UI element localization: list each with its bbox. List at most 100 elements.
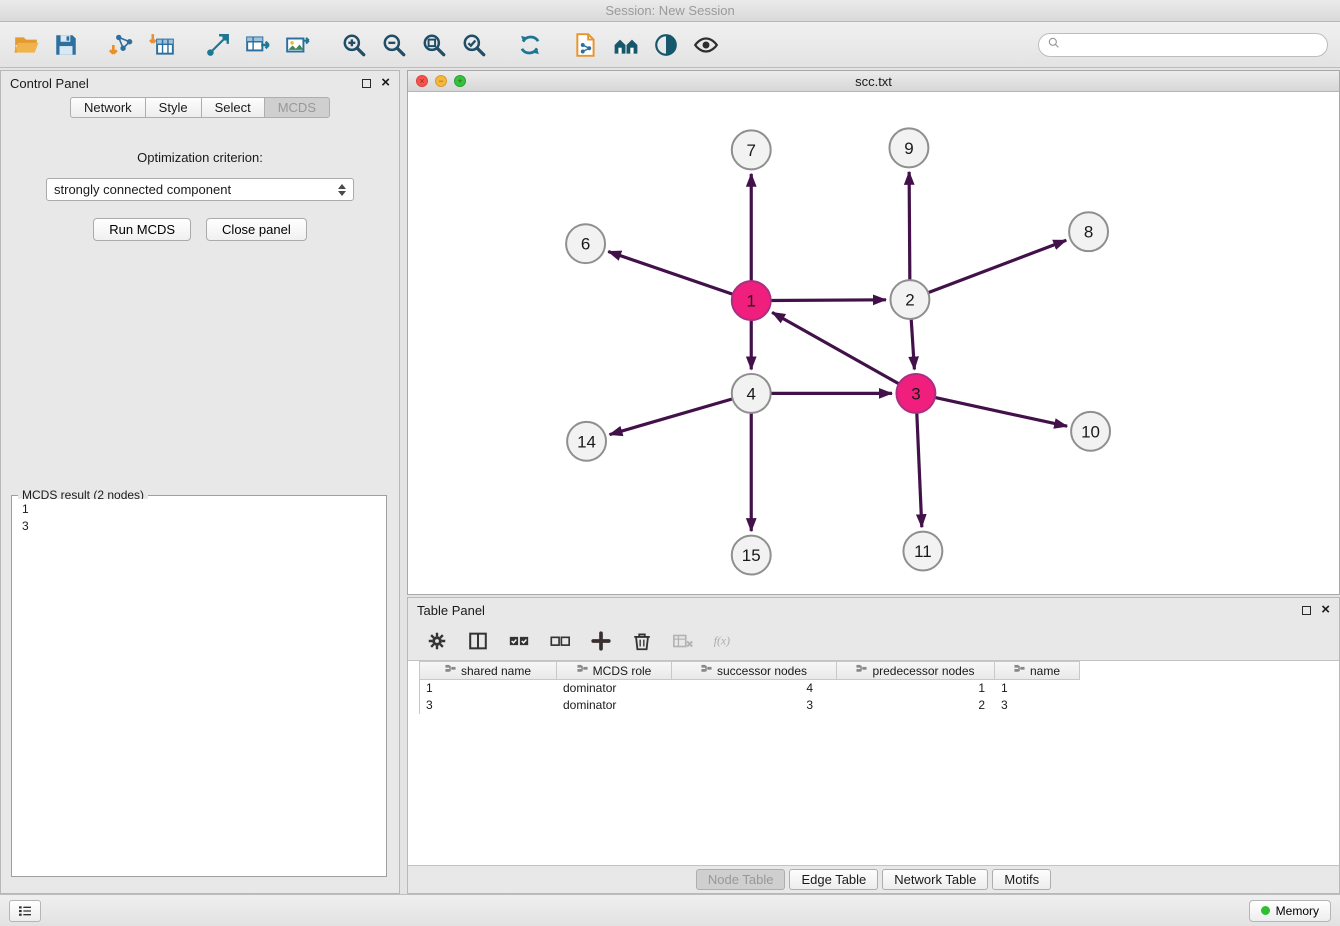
table-cell[interactable]: 1 (837, 680, 995, 697)
tab-mcds[interactable]: MCDS (264, 97, 330, 118)
edge-1-2[interactable] (771, 300, 886, 301)
control-panel-header: Control Panel × (1, 71, 399, 95)
network-from-selection-icon[interactable] (204, 31, 232, 59)
node-2[interactable]: 2 (890, 280, 929, 319)
network-window: × − + scc.txt 7968124314101511 (407, 70, 1340, 595)
column-header-successor-nodes[interactable]: successor nodes (672, 661, 837, 680)
edge-3-11[interactable] (917, 413, 922, 527)
node-15[interactable]: 15 (732, 536, 771, 575)
node-10[interactable]: 10 (1071, 412, 1110, 451)
tab-select[interactable]: Select (201, 97, 265, 118)
table-cell[interactable]: dominator (557, 697, 672, 714)
node-14[interactable]: 14 (567, 422, 606, 461)
node-9[interactable]: 9 (889, 128, 928, 167)
mcds-result-box: MCDS result (2 nodes) 1 3 (11, 495, 387, 877)
svg-text:7: 7 (747, 141, 756, 160)
table-cell[interactable]: 1 (420, 680, 557, 697)
criterion-dropdown[interactable]: strongly connected component (46, 178, 354, 201)
zoom-fit-icon[interactable] (420, 31, 448, 59)
zoom-selected-icon[interactable] (460, 31, 488, 59)
attribute-icon (701, 664, 712, 678)
edge-3-10[interactable] (935, 398, 1067, 427)
add-row-icon[interactable] (589, 629, 613, 653)
table-cell[interactable]: 3 (995, 697, 1080, 714)
float-panel-icon[interactable] (362, 79, 371, 88)
toolbar-icon-group (108, 31, 176, 59)
close-panel-icon[interactable]: × (381, 78, 390, 88)
delete-row-icon[interactable] (630, 629, 654, 653)
edge-2-8[interactable] (929, 240, 1067, 292)
close-panel-button[interactable]: Close panel (206, 218, 307, 241)
search-box[interactable] (1038, 33, 1328, 57)
apply-style-icon[interactable] (652, 31, 680, 59)
select-all-icon[interactable] (507, 629, 531, 653)
table-panel-title: Table Panel (417, 603, 485, 618)
edge-1-6[interactable] (608, 251, 732, 294)
network-overview-icon[interactable] (612, 31, 640, 59)
table-cell[interactable]: 4 (672, 680, 837, 697)
table-panel: Table Panel × f(x) shared nameMCDS roles… (407, 597, 1340, 894)
table-cell[interactable]: 2 (837, 697, 995, 714)
run-mcds-button[interactable]: Run MCDS (93, 218, 191, 241)
node-7[interactable]: 7 (732, 130, 771, 169)
network-canvas[interactable]: 7 9 6 8 1 2 4 3 14 10 15 11 (408, 92, 1339, 594)
refresh-layout-icon[interactable] (516, 31, 544, 59)
mcds-panel: Optimization criterion: strongly connect… (1, 123, 399, 893)
delete-table-icon (671, 629, 695, 653)
open-session-icon[interactable] (12, 31, 40, 59)
edge-2-3[interactable] (911, 320, 914, 370)
node-1[interactable]: 1 (732, 281, 771, 320)
edge-4-14[interactable] (610, 399, 733, 435)
window-title: Session: New Session (605, 3, 734, 18)
float-table-panel-icon[interactable] (1302, 606, 1311, 615)
tab-network-table[interactable]: Network Table (882, 869, 988, 890)
close-window-icon[interactable]: × (416, 75, 428, 87)
columns-icon[interactable] (466, 629, 490, 653)
zoom-out-icon[interactable] (380, 31, 408, 59)
table-cell[interactable]: 1 (995, 680, 1080, 697)
tab-network[interactable]: Network (70, 97, 146, 118)
node-11[interactable]: 11 (903, 532, 942, 571)
show-hide-panel-icon[interactable] (692, 31, 720, 59)
column-header-shared-name[interactable]: shared name (420, 661, 557, 680)
gear-icon[interactable] (425, 629, 449, 653)
column-header-name[interactable]: name (995, 661, 1080, 680)
column-label: name (1030, 664, 1060, 678)
memory-button[interactable]: Memory (1249, 900, 1331, 922)
column-header-predecessor-nodes[interactable]: predecessor nodes (837, 661, 995, 680)
attribute-icon (856, 664, 867, 678)
table-cell[interactable]: 3 (420, 697, 557, 714)
edge-2-9[interactable] (909, 172, 910, 280)
clone-network-icon[interactable] (572, 31, 600, 59)
maximize-window-icon[interactable]: + (454, 75, 466, 87)
minimize-window-icon[interactable]: − (435, 75, 447, 87)
tab-motifs[interactable]: Motifs (992, 869, 1051, 890)
tab-node-table[interactable]: Node Table (696, 869, 786, 890)
memory-label: Memory (1276, 904, 1319, 918)
table-panel-header: Table Panel × (408, 598, 1339, 622)
search-input[interactable] (1066, 37, 1319, 52)
node-6[interactable]: 6 (566, 224, 605, 263)
table-cell[interactable]: dominator (557, 680, 672, 697)
toolbar-icons (12, 31, 748, 59)
node-4[interactable]: 4 (732, 374, 771, 413)
control-panel-title: Control Panel (10, 76, 89, 91)
deselect-all-icon[interactable] (548, 629, 572, 653)
tab-edge-table[interactable]: Edge Table (789, 869, 878, 890)
show-panels-button[interactable] (9, 900, 41, 922)
export-image-icon[interactable] (284, 31, 312, 59)
import-table-icon[interactable] (148, 31, 176, 59)
close-table-panel-icon[interactable]: × (1321, 605, 1330, 615)
edge-3-1[interactable] (772, 312, 898, 383)
node-3[interactable]: 3 (896, 374, 935, 413)
table-cell[interactable]: 3 (672, 697, 837, 714)
column-header-mcds-role[interactable]: MCDS role (557, 661, 672, 680)
node-8[interactable]: 8 (1069, 212, 1108, 251)
svg-text:3: 3 (911, 384, 920, 403)
table-toolbar: f(x) (408, 622, 1339, 660)
import-network-icon[interactable] (108, 31, 136, 59)
zoom-in-icon[interactable] (340, 31, 368, 59)
import-network-table-icon[interactable] (244, 31, 272, 59)
save-session-icon[interactable] (52, 31, 80, 59)
tab-style[interactable]: Style (145, 97, 202, 118)
